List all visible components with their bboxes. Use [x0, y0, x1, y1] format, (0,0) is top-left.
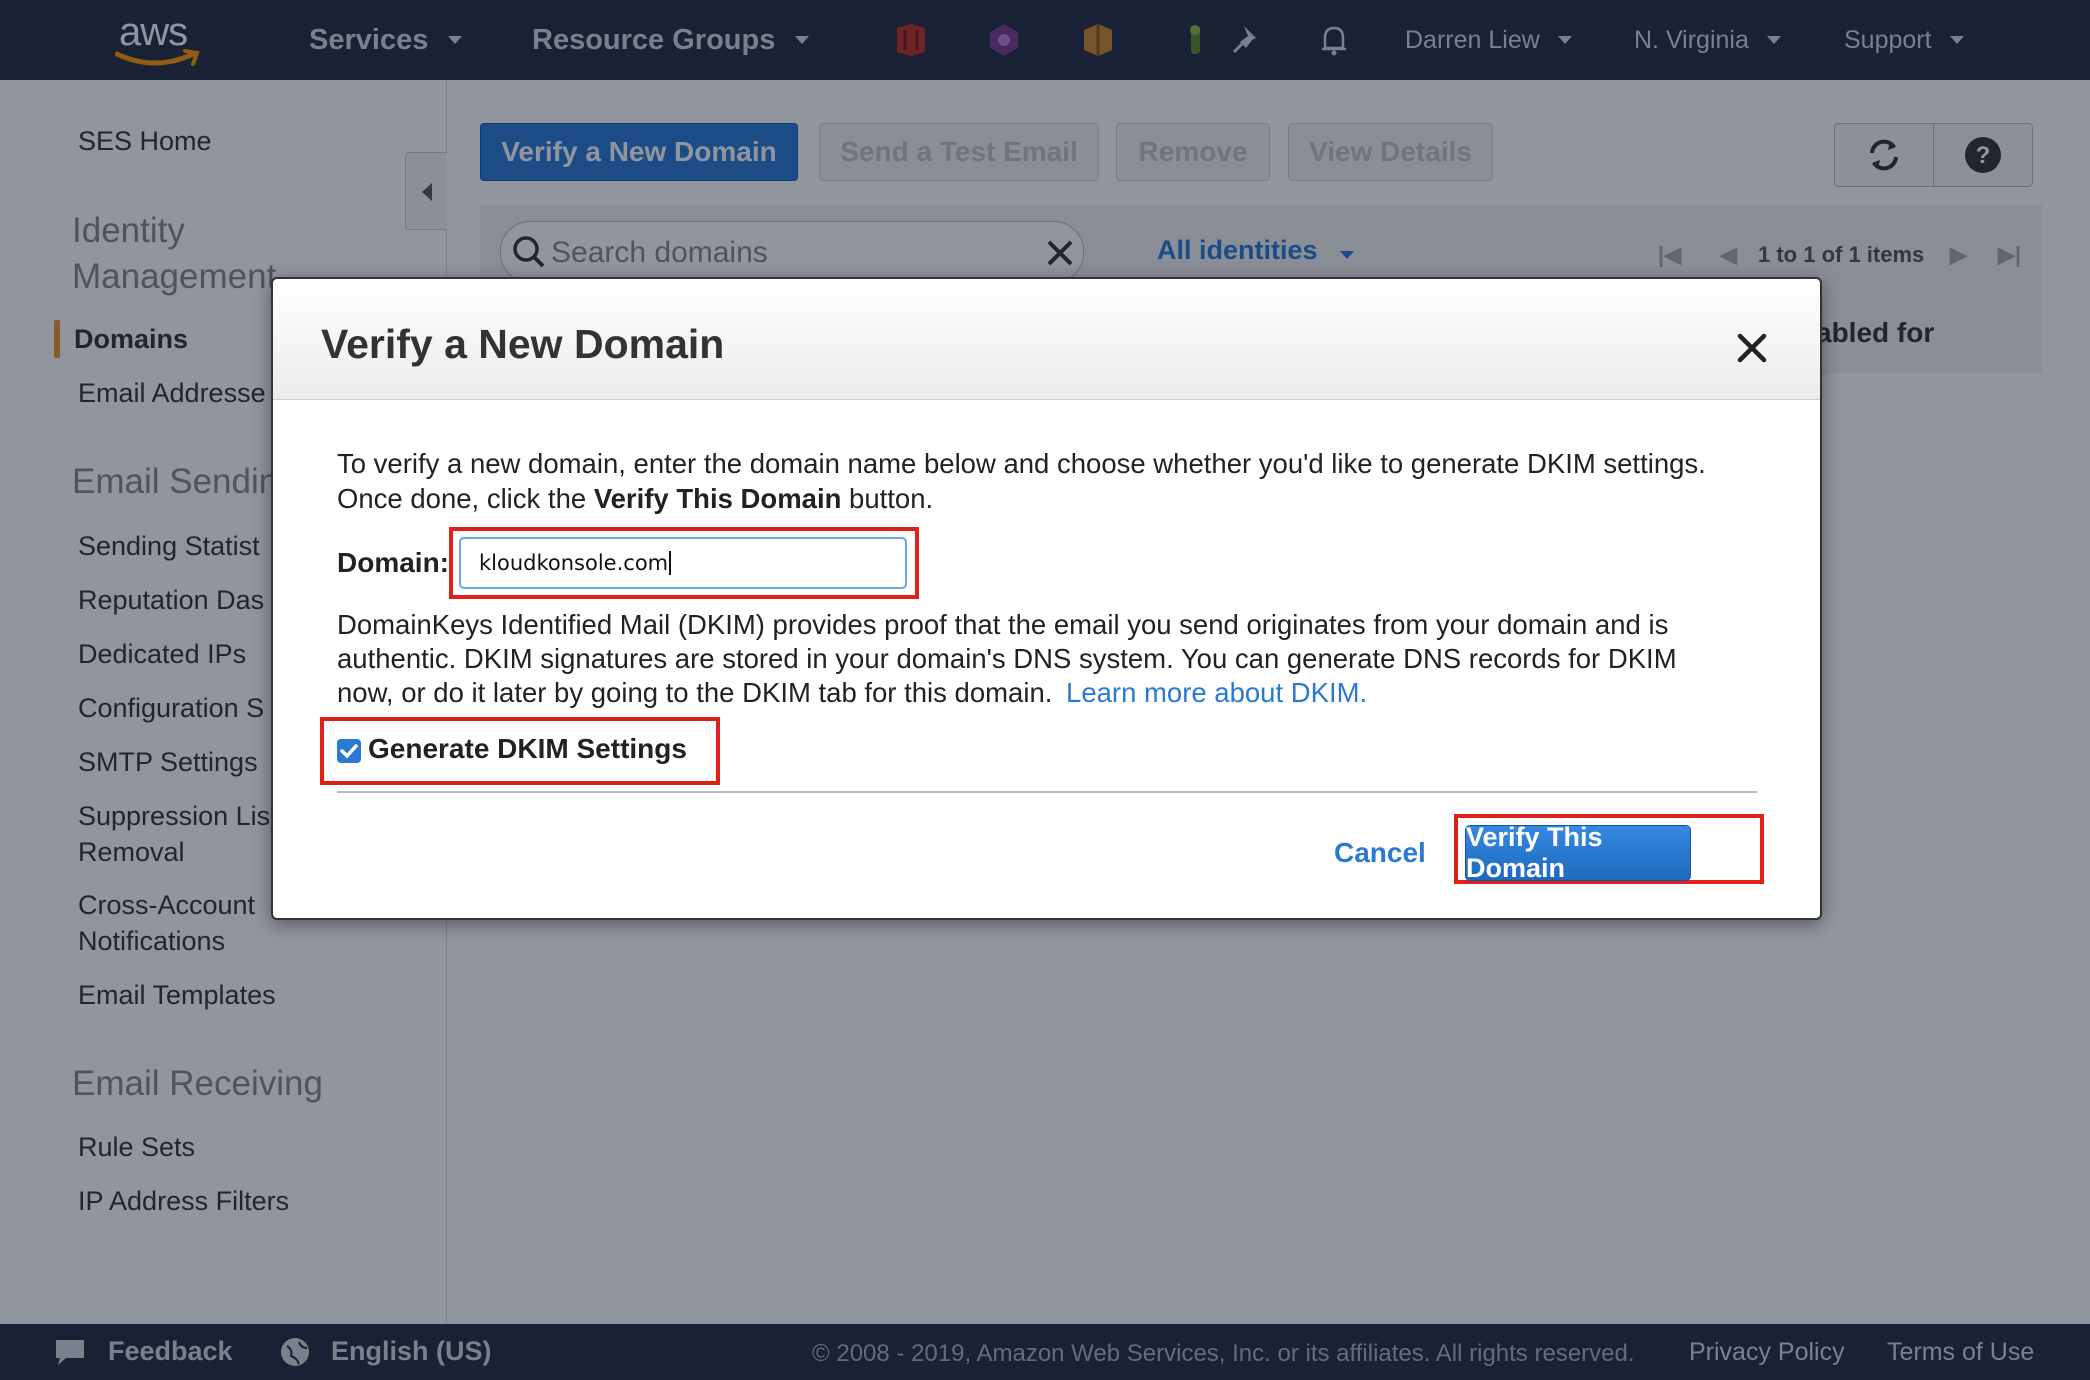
- intro-line-2-post: button.: [841, 483, 934, 514]
- checkmark-icon: [340, 744, 358, 759]
- dkim-description: DomainKeys Identified Mail (DKIM) provid…: [337, 608, 1767, 710]
- intro-line-2-pre: Once done, click the: [337, 483, 594, 514]
- close-icon[interactable]: [1733, 329, 1771, 367]
- dialog-header: Verify a New Domain: [273, 279, 1820, 400]
- domain-input[interactable]: kloudkonsole.com: [459, 537, 907, 589]
- dkim-checkbox[interactable]: [337, 739, 361, 763]
- intro-line-1: To verify a new domain, enter the domain…: [337, 448, 1706, 479]
- text-cursor: [669, 551, 672, 575]
- dkim-checkbox-label[interactable]: Generate DKIM Settings: [368, 733, 687, 765]
- dialog-title: Verify a New Domain: [321, 321, 725, 367]
- domain-input-value: kloudkonsole.com: [479, 551, 669, 575]
- intro-line-2-bold: Verify This Domain: [593, 483, 842, 514]
- verify-domain-dialog: Verify a New Domain To verify a new doma…: [271, 277, 1822, 920]
- cancel-button[interactable]: Cancel: [1334, 837, 1426, 869]
- verify-this-domain-button[interactable]: Verify This Domain: [1465, 822, 1691, 883]
- dkim-text-2: authentic. DKIM signatures are stored in…: [337, 643, 1677, 674]
- dkim-text-3: now, or do it later by going to the DKIM…: [337, 677, 1053, 708]
- dkim-text-1: DomainKeys Identified Mail (DKIM) provid…: [337, 609, 1669, 640]
- learn-more-dkim-link[interactable]: Learn more about DKIM.: [1066, 677, 1367, 708]
- domain-label: Domain:: [337, 547, 449, 578]
- dialog-divider: [337, 791, 1757, 793]
- intro-text: To verify a new domain, enter the domain…: [337, 446, 1767, 516]
